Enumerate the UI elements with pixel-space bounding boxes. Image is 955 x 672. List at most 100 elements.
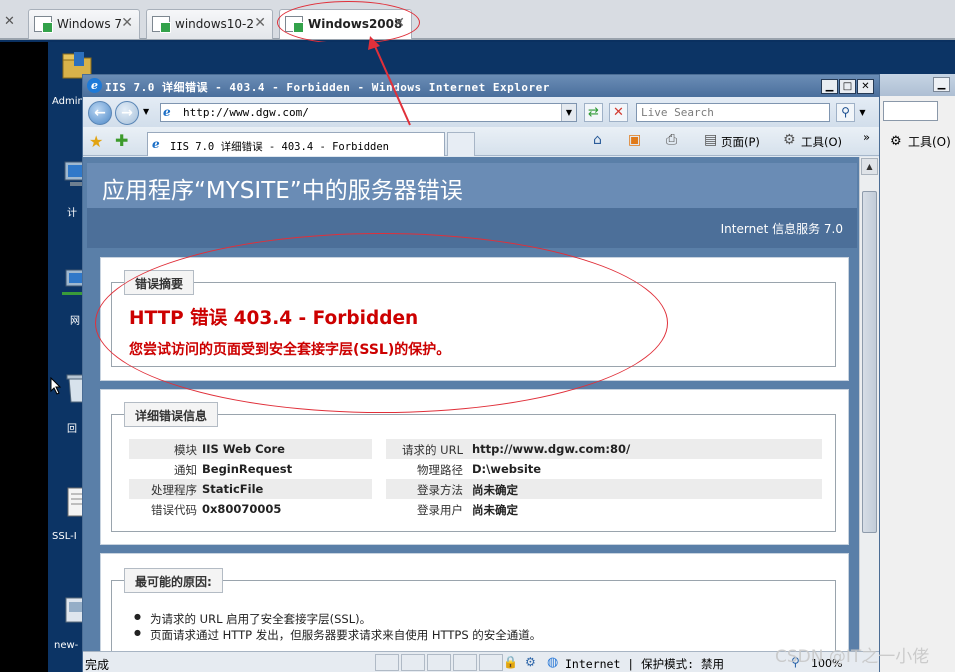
page-menu[interactable]: 页面(P) bbox=[721, 134, 760, 150]
detail-row: 请求的 URL http://www.dgw.com:80/ bbox=[386, 439, 822, 459]
watermark: CSDN @IT之一小佬 bbox=[775, 647, 930, 667]
vm-tab-label: windows10-2 bbox=[175, 17, 255, 31]
detail-row: 模块 IIS Web Core bbox=[129, 439, 372, 459]
settings-icon: ⚙ bbox=[525, 655, 536, 669]
vm-icon bbox=[152, 16, 171, 33]
detail-value: 尚未确定 bbox=[472, 483, 518, 497]
globe-icon: ◍ bbox=[547, 655, 559, 670]
list-item: 页面请求通过 HTTP 发出，但服务器要求请求来自使用 HTTPS 的安全通道。 bbox=[134, 627, 541, 643]
detail-label: 通知 bbox=[174, 463, 197, 477]
detail-row: 登录方法 尚未确定 bbox=[386, 479, 822, 499]
vm-tab-label: Windows 7 bbox=[57, 17, 123, 31]
chevron-down-icon[interactable]: ▼ bbox=[143, 107, 149, 116]
detail-label: 登录用户 bbox=[417, 503, 463, 517]
desktop-label: 网 bbox=[70, 316, 80, 327]
refresh-icon[interactable]: ⇄ bbox=[584, 103, 603, 122]
ie-titlebar: e IIS 7.0 详细错误 - 403.4 - Forbidden - Win… bbox=[83, 75, 879, 97]
detail-label: 处理程序 bbox=[151, 483, 197, 497]
detail-value: D:\website bbox=[472, 462, 542, 476]
annotation-ellipse-error bbox=[95, 233, 668, 413]
detail-row: 登录用户 尚未确定 bbox=[386, 499, 822, 519]
vm-tab-windows7[interactable]: Windows 7 ✕ bbox=[28, 9, 140, 39]
detail-value: 尚未确定 bbox=[472, 503, 518, 517]
address-input[interactable]: http://www.dgw.com/ bbox=[160, 103, 577, 122]
window-title: IIS 7.0 详细错误 - 403.4 - Forbidden - Windo… bbox=[105, 81, 550, 94]
list-item: 为请求的 URL 启用了安全套接字层(SSL)。 bbox=[134, 611, 371, 627]
status-cell bbox=[375, 654, 399, 671]
detail-row: 物理路径 D:\website bbox=[386, 459, 822, 479]
detail-label: 物理路径 bbox=[417, 463, 463, 477]
tab-toolbar: ★ ✚ e IIS 7.0 详细错误 - 403.4 - Forbidden ⌂… bbox=[83, 127, 879, 156]
detail-fieldset: 详细错误信息 模块 IIS Web Core 通知 BeginRequest 处… bbox=[111, 402, 836, 532]
vm-tab-windows10[interactable]: windows10-2 ✕ bbox=[146, 9, 273, 39]
tab-current-page[interactable]: e IIS 7.0 详细错误 - 403.4 - Forbidden bbox=[147, 132, 445, 156]
page-header: 应用程序“MYSITE”中的服务器错误 bbox=[87, 163, 857, 208]
detail-value: IIS Web Core bbox=[202, 442, 285, 456]
chevron-down-icon[interactable]: ▼ bbox=[561, 104, 576, 121]
annotation-ellipse-tab bbox=[277, 1, 420, 44]
desktop-edge bbox=[0, 42, 48, 672]
home-icon[interactable]: ⌂ bbox=[593, 132, 602, 148]
lock-icon: 🔒 bbox=[503, 655, 518, 669]
desktop-label: 回 bbox=[67, 424, 77, 435]
ie-logo-icon: e bbox=[87, 78, 102, 93]
detail-label: 模块 bbox=[174, 443, 197, 457]
desktop-label: Admin bbox=[52, 96, 84, 107]
status-cell bbox=[401, 654, 425, 671]
minimize-icon[interactable]: ▁ bbox=[821, 79, 838, 94]
gear-icon[interactable]: ⚙ bbox=[890, 134, 902, 149]
detail-row: 处理程序 StaticFile bbox=[129, 479, 372, 499]
detail-value: StaticFile bbox=[202, 482, 264, 496]
causes-legend: 最可能的原因: bbox=[124, 568, 223, 593]
close-icon[interactable]: ✕ bbox=[121, 15, 133, 31]
status-cell bbox=[427, 654, 451, 671]
status-cell bbox=[453, 654, 477, 671]
detail-value: http://www.dgw.com:80/ bbox=[472, 442, 631, 456]
mouse-cursor-icon bbox=[50, 377, 62, 395]
detail-label: 错误代码 bbox=[151, 503, 197, 517]
detail-row: 通知 BeginRequest bbox=[129, 459, 372, 479]
detail-row: 错误代码 0x80070005 bbox=[129, 499, 372, 519]
detail-label: 登录方法 bbox=[417, 483, 463, 497]
scroll-up-icon[interactable]: ▲ bbox=[861, 158, 878, 175]
close-icon[interactable]: ✕ bbox=[4, 14, 15, 29]
tools-menu[interactable]: 工具(O) bbox=[801, 134, 842, 150]
desktop-label: 计 bbox=[67, 208, 77, 219]
maximize-icon[interactable]: □ bbox=[839, 79, 856, 94]
detail-value: BeginRequest bbox=[202, 462, 293, 476]
add-favorite-icon[interactable]: ✚ bbox=[115, 131, 128, 150]
scroll-thumb[interactable] bbox=[862, 191, 877, 533]
server-version-label: Internet 信息服务 7.0 bbox=[720, 222, 843, 236]
detail-panel: 详细错误信息 模块 IIS Web Core 通知 BeginRequest 处… bbox=[100, 389, 849, 545]
minimize-icon[interactable]: ▁ bbox=[933, 77, 950, 92]
tab-label: IIS 7.0 详细错误 - 403.4 - Forbidden bbox=[170, 141, 390, 153]
stop-icon[interactable]: ✕ bbox=[609, 103, 628, 122]
tools-menu-label[interactable]: 工具(O) bbox=[908, 133, 951, 150]
more-commands[interactable]: » bbox=[863, 130, 870, 144]
causes-panel: 最可能的原因: 为请求的 URL 启用了安全套接字层(SSL)。 页面请求通过 … bbox=[100, 553, 849, 651]
vertical-scrollbar[interactable]: ▲ bbox=[859, 157, 879, 651]
causes-fieldset: 最可能的原因: 为请求的 URL 启用了安全套接字层(SSL)。 页面请求通过 … bbox=[111, 568, 836, 651]
status-cell bbox=[479, 654, 503, 671]
detail-label: 请求的 URL bbox=[402, 443, 463, 457]
favorites-star-icon[interactable]: ★ bbox=[89, 132, 103, 151]
page-menu-icon[interactable]: ▤ bbox=[704, 132, 717, 148]
print-icon[interactable]: ⎙ bbox=[666, 132, 677, 148]
search-icon[interactable]: ⚲ bbox=[836, 103, 855, 122]
page-title: 应用程序“MYSITE”中的服务器错误 bbox=[102, 178, 463, 204]
search-input[interactable]: Live Search bbox=[636, 103, 830, 122]
rss-feed-icon[interactable]: ▣ bbox=[628, 132, 641, 148]
status-text: 完成 bbox=[85, 658, 110, 672]
forward-arrow-icon[interactable]: → bbox=[115, 101, 139, 125]
close-icon[interactable]: ✕ bbox=[857, 79, 874, 94]
detail-value: 0x80070005 bbox=[202, 502, 282, 516]
close-icon[interactable]: ✕ bbox=[254, 15, 266, 31]
new-tab-button[interactable] bbox=[447, 132, 475, 156]
page-icon: e bbox=[163, 105, 171, 119]
chevron-down-icon[interactable]: ▼ bbox=[857, 103, 868, 122]
back-arrow-icon[interactable]: ← bbox=[88, 101, 112, 125]
background-search-input[interactable] bbox=[883, 101, 938, 121]
desktop-label: new- bbox=[54, 640, 79, 651]
vm-tab-strip: ✕ Windows 7 ✕ windows10-2 ✕ Windows2008 … bbox=[0, 0, 955, 44]
gear-icon[interactable]: ⚙ bbox=[783, 132, 796, 148]
